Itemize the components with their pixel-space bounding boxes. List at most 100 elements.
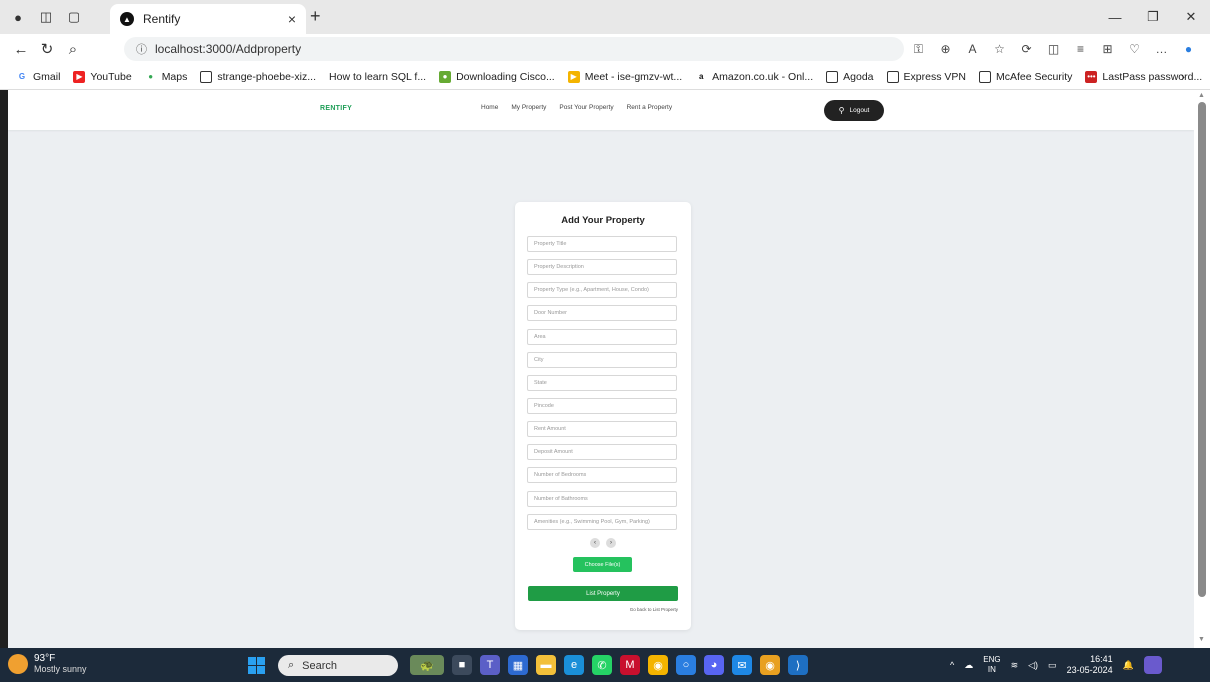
taskbar-search[interactable]: ⌕ Search	[278, 655, 398, 676]
read-aloud-icon[interactable]: A	[959, 38, 986, 60]
chrome-canary-icon[interactable]: ◉	[760, 655, 780, 675]
nav-my-property[interactable]: My Property	[511, 104, 546, 111]
new-tab-icon[interactable]: +	[310, 6, 321, 27]
task-view-icon[interactable]: ■	[452, 655, 472, 675]
site-info-icon[interactable]: ⓘ	[136, 41, 147, 57]
taskbar-search-label: Search	[302, 659, 338, 672]
favorite-star-icon[interactable]: ☆	[986, 38, 1013, 60]
performance-icon[interactable]: ♡	[1121, 38, 1148, 60]
search-icon: ⌕	[288, 659, 295, 671]
onedrive-icon[interactable]: ☁	[964, 660, 973, 671]
brand-logo[interactable]: RENTIFY	[320, 105, 352, 112]
nav-post-property[interactable]: Post Your Property	[559, 104, 613, 111]
favorites-icon[interactable]: ≡	[1067, 38, 1094, 60]
wifi-icon[interactable]: ≋	[1011, 660, 1019, 671]
vscode-icon[interactable]: ⟩	[788, 655, 808, 675]
deposit-amount-input[interactable]: Deposit Amount	[527, 444, 677, 460]
bookmark-amazon[interactable]: a Amazon.co.uk - Onl...	[695, 70, 813, 83]
nav-rent-property[interactable]: Rent a Property	[627, 104, 673, 111]
notification-bell-icon[interactable]: 🔔	[1123, 660, 1134, 671]
close-tab-icon[interactable]: ×	[288, 11, 296, 27]
split-screen-icon[interactable]: ◫	[1040, 38, 1067, 60]
state-input[interactable]: State	[527, 375, 677, 391]
chrome-icon[interactable]: ◉	[648, 655, 668, 675]
file-explorer-icon[interactable]: ▬	[536, 655, 556, 675]
more-icon[interactable]: …	[1148, 38, 1175, 60]
minimize-icon[interactable]: —	[1096, 0, 1134, 34]
door-number-input[interactable]: Door Number	[527, 305, 677, 321]
mcafee-icon[interactable]: M	[620, 655, 640, 675]
choose-files-button[interactable]: Choose File(s)	[573, 557, 632, 572]
property-type-input[interactable]: Property Type (e.g., Apartment, House, C…	[527, 282, 677, 298]
bookmark-mcafee[interactable]: McAfee Security	[978, 70, 1072, 83]
chevron-left-icon[interactable]: ‹	[590, 538, 600, 548]
logout-button[interactable]: ⚲ Logout	[824, 100, 884, 121]
bookmark-cisco[interactable]: ● Downloading Cisco...	[439, 70, 555, 83]
bookmarks-bar: G Gmail ▶ YouTube ● Maps strange-phoebe-xiz…	[0, 64, 1210, 90]
list-property-button[interactable]: List Property	[528, 586, 678, 601]
maps-icon: ●	[144, 70, 157, 83]
bathrooms-input[interactable]: Number of Bathrooms	[527, 491, 677, 507]
tray-overflow-icon[interactable]: ^	[950, 660, 954, 670]
discord-icon[interactable]: ◕	[704, 655, 724, 675]
bookmark-gmail[interactable]: G Gmail	[16, 70, 60, 83]
property-description-input[interactable]: Property Description	[527, 259, 677, 275]
edge-icon[interactable]: e	[564, 655, 584, 675]
language-indicator[interactable]: ENG IN	[983, 655, 1000, 675]
property-title-input[interactable]: Property Title	[527, 236, 677, 252]
bookmark-sql[interactable]: How to learn SQL f...	[329, 71, 426, 83]
extensions-icon[interactable]: ⟳	[1013, 38, 1040, 60]
bookmark-meet[interactable]: ▶ Meet - ise-gmzv-wt...	[567, 70, 682, 83]
page-scrollbar[interactable]: ▲ ▼	[1194, 90, 1210, 648]
bookmark-maps[interactable]: ● Maps	[144, 70, 187, 83]
calculator-icon[interactable]: ▦	[508, 655, 528, 675]
profile-icon[interactable]: ●	[4, 3, 32, 31]
collections-icon[interactable]: ⊞	[1094, 38, 1121, 60]
bookmark-strange-phoebe[interactable]: strange-phoebe-xiz...	[200, 70, 316, 83]
copilot-taskbar-icon[interactable]	[1143, 656, 1162, 674]
windows-start-icon[interactable]	[248, 657, 265, 674]
url-text: localhost:3000/Addproperty	[155, 42, 302, 56]
workspaces-icon[interactable]: ◫	[32, 3, 60, 31]
go-back-link[interactable]: Go back to List Property	[515, 607, 678, 612]
city-input[interactable]: City	[527, 352, 677, 368]
weather-sun-icon	[8, 653, 28, 674]
browser-toolbar: ⚿ ⊕ A ☆ ⟳ ◫ ≡ ⊞ ♡ … ●	[905, 38, 1202, 60]
rent-amount-input[interactable]: Rent Amount	[527, 421, 677, 437]
bookmarks-overflow-icon[interactable]: ›	[1181, 69, 1185, 84]
close-window-icon[interactable]: ✕	[1172, 0, 1210, 34]
key-icon[interactable]: ⚿	[905, 38, 932, 60]
url-field[interactable]: ⓘ localhost:3000/Addproperty	[124, 37, 904, 61]
turtle-widget-icon[interactable]: 🐢	[410, 655, 444, 675]
whatsapp-icon[interactable]: ✆	[592, 655, 612, 675]
bookmark-express-vpn[interactable]: Express VPN	[886, 70, 966, 83]
amenities-input[interactable]: Amenities (e.g., Swimming Pool, Gym, Par…	[527, 514, 677, 530]
weather-widget[interactable]: 93°F Mostly sunny	[8, 653, 87, 674]
teams-icon[interactable]: T	[480, 655, 500, 675]
back-icon[interactable]: ←	[8, 41, 34, 58]
restore-icon[interactable]: ❐	[1134, 0, 1172, 34]
bookmark-agoda[interactable]: Agoda	[826, 70, 874, 83]
window-controls: — ❐ ✕	[1096, 0, 1210, 34]
bedrooms-input[interactable]: Number of Bedrooms	[527, 467, 677, 483]
bookmark-youtube[interactable]: ▶ YouTube	[73, 70, 132, 83]
clock[interactable]: 16:41 23-05-2024	[1067, 654, 1113, 676]
active-tab[interactable]: ▲ Rentify ×	[110, 4, 306, 34]
address-bar-row: ← ↻ ⌕ ⓘ localhost:3000/Addproperty ⚿ ⊕ A…	[0, 34, 1210, 64]
scrollbar-thumb[interactable]	[1198, 102, 1206, 597]
search-icon[interactable]: ⌕	[60, 41, 86, 58]
tab-actions-icon[interactable]: ▢	[60, 3, 88, 31]
refresh-icon[interactable]: ↻	[34, 40, 60, 58]
battery-icon[interactable]: ▭	[1048, 660, 1057, 671]
mail-icon[interactable]: ✉	[732, 655, 752, 675]
copilot-icon[interactable]: ●	[1175, 38, 1202, 60]
pincode-input[interactable]: Pincode	[527, 398, 677, 414]
scroll-down-icon[interactable]: ▼	[1198, 636, 1205, 643]
chevron-right-icon[interactable]: ›	[606, 538, 616, 548]
zoom-icon[interactable]: ⊕	[932, 38, 959, 60]
scroll-up-icon[interactable]: ▲	[1198, 92, 1205, 99]
cortana-icon[interactable]: ○	[676, 655, 696, 675]
area-input[interactable]: Area	[527, 329, 677, 345]
volume-icon[interactable]: ◁)	[1028, 660, 1038, 671]
nav-home[interactable]: Home	[481, 104, 498, 111]
